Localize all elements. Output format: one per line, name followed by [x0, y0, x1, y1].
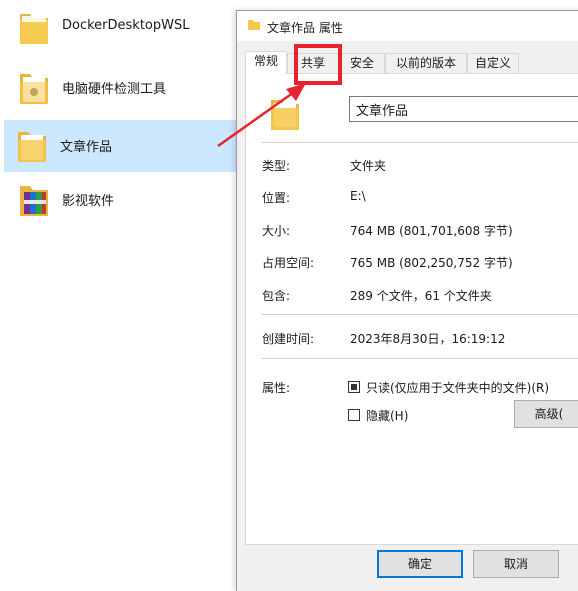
folder-icon	[271, 100, 299, 130]
list-item-hardware-tools[interactable]: 电脑硬件检测工具	[6, 62, 236, 114]
folder-icon	[248, 20, 260, 30]
divider	[262, 142, 578, 143]
item-label: 电脑硬件检测工具	[62, 82, 167, 97]
tab-general[interactable]: 常规	[245, 51, 287, 74]
hidden-checkbox-label[interactable]: 隐藏(H)	[366, 407, 408, 424]
item-label: 影视软件	[62, 194, 115, 209]
divider	[262, 314, 578, 315]
location-value: E:\	[350, 189, 366, 203]
type-value: 文件夹	[350, 159, 387, 173]
attributes-label: 属性:	[262, 381, 291, 395]
advanced-button[interactable]: 高级(	[514, 400, 578, 428]
properties-dialog: 文章作品 属性 常规 共享 安全 以前的版本 自定义 类型: 文件夹 位置: E…	[236, 10, 578, 591]
divider	[262, 358, 578, 359]
item-label: 文章作品	[60, 140, 113, 155]
created-value: 2023年8月30日，16:19:12	[350, 332, 506, 346]
tab-previous-versions[interactable]: 以前的版本	[385, 53, 467, 73]
contains-value: 289 个文件，61 个文件夹	[350, 289, 492, 303]
folder-icon	[20, 74, 48, 104]
tab-customize[interactable]: 自定义	[467, 53, 519, 73]
readonly-checkbox-label[interactable]: 只读(仅应用于文件夹中的文件)(R)	[366, 379, 549, 396]
size-value: 764 MB (801,701,608 字节)	[350, 224, 513, 238]
list-item-video-software[interactable]: 影视软件	[6, 174, 236, 226]
cancel-button[interactable]: 取消	[473, 550, 559, 578]
tab-security[interactable]: 安全	[339, 53, 385, 73]
archive-folder-icon	[20, 186, 48, 216]
dialog-title: 文章作品 属性	[267, 21, 343, 35]
folder-name-input[interactable]	[349, 96, 578, 122]
item-label: DockerDesktopWSL	[62, 18, 190, 33]
location-label: 位置:	[262, 191, 291, 205]
folder-icon	[18, 132, 46, 162]
hidden-checkbox[interactable]	[348, 409, 360, 421]
size-on-disk-value: 765 MB (802,250,752 字节)	[350, 256, 513, 270]
folder-icon	[20, 14, 48, 44]
contains-label: 包含:	[262, 289, 291, 303]
size-on-disk-label: 占用空间:	[262, 256, 315, 270]
type-label: 类型:	[262, 159, 291, 173]
readonly-checkbox[interactable]	[348, 381, 360, 393]
size-label: 大小:	[262, 224, 291, 238]
general-tab-panel: 类型: 文件夹 位置: E:\ 大小: 764 MB (801,701,608 …	[245, 73, 578, 545]
list-item-articles[interactable]: 文章作品	[4, 120, 240, 172]
dialog-titlebar[interactable]: 文章作品 属性	[237, 11, 578, 41]
list-item-dockerdesktopwsl[interactable]: DockerDesktopWSL	[6, 2, 236, 54]
created-label: 创建时间:	[262, 332, 315, 346]
ok-button[interactable]: 确定	[377, 550, 463, 578]
sharing-tab-highlight-box	[294, 44, 342, 85]
explorer-file-list: DockerDesktopWSL 电脑硬件检测工具 文章作品 影视软件	[0, 0, 240, 583]
